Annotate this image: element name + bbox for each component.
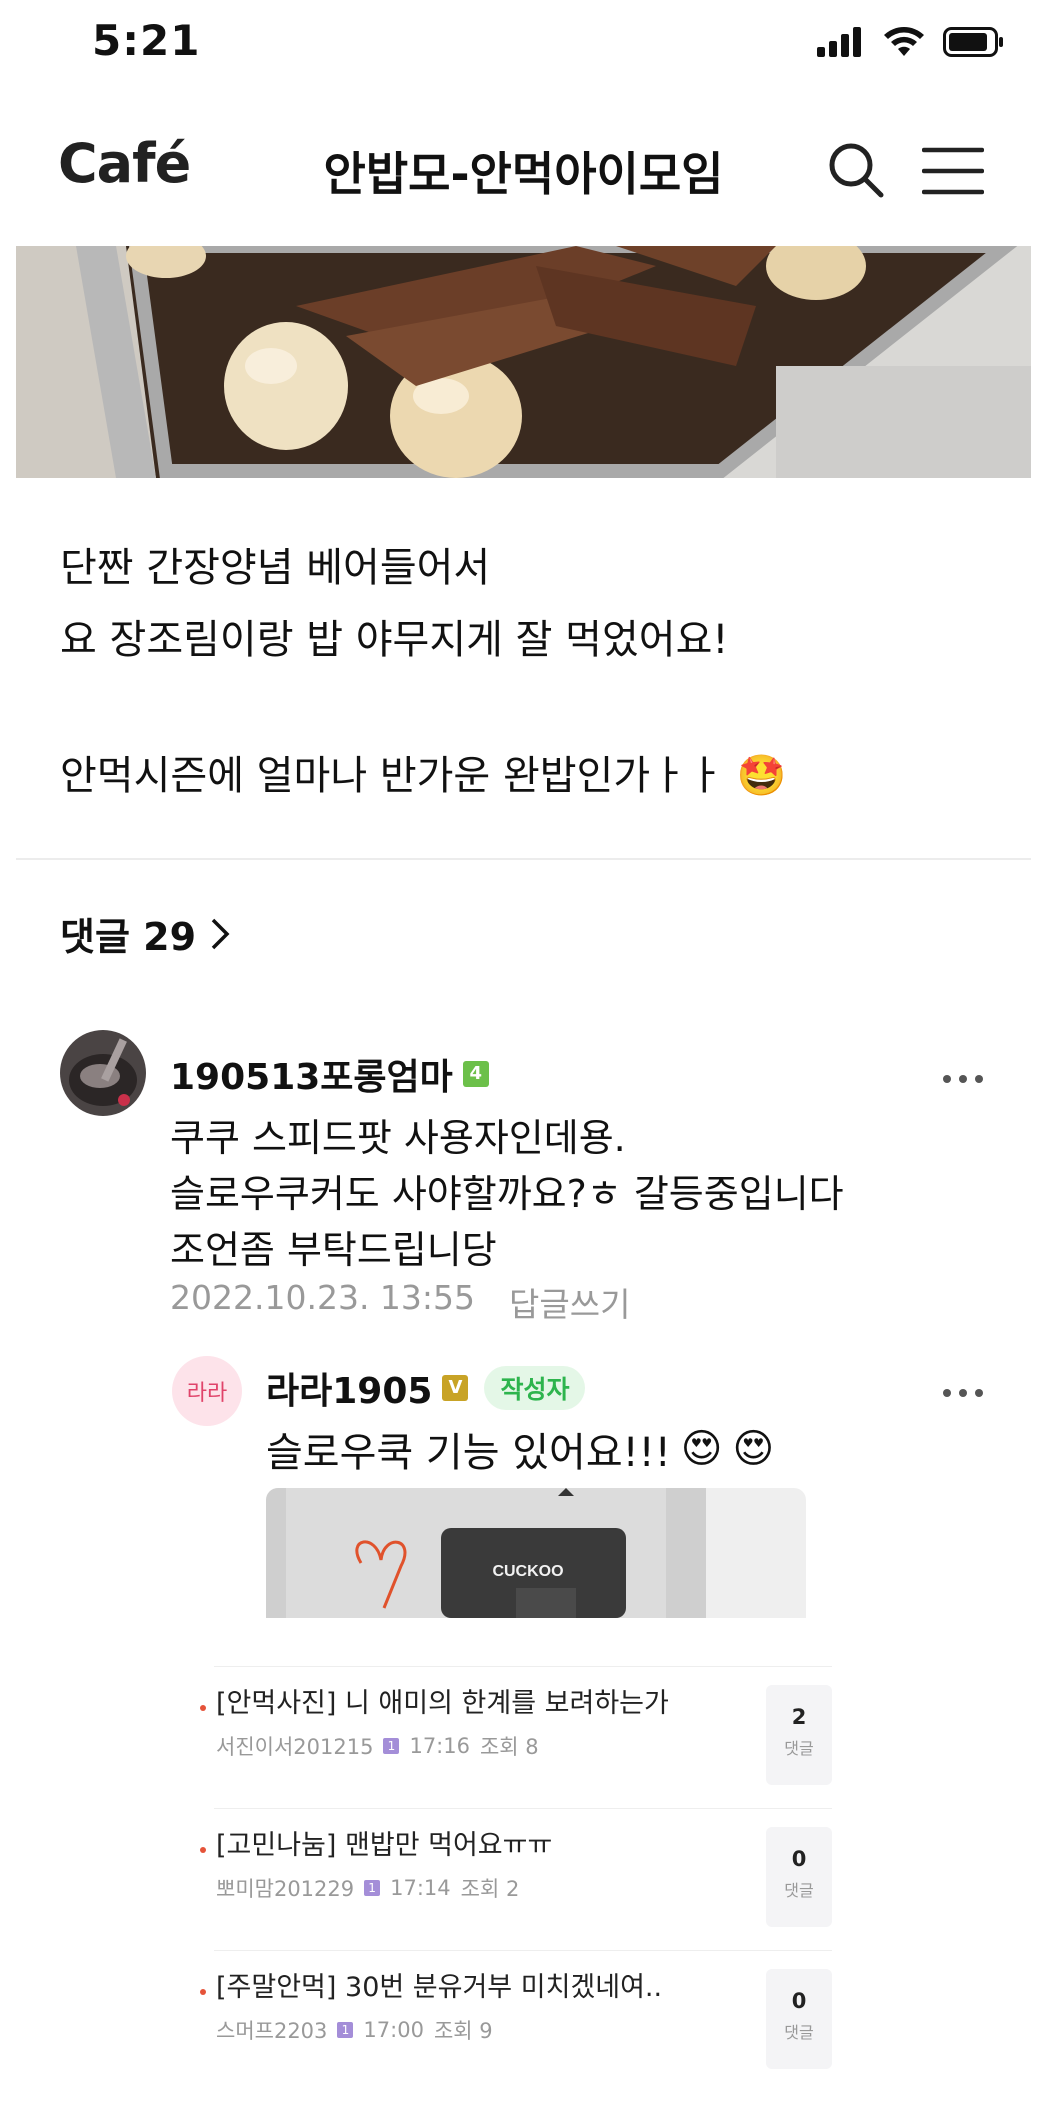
comment-count-label: 댓글 xyxy=(784,1739,814,1758)
post-meta: 스머프2203 1 17:00 조회 9 xyxy=(216,2015,493,2045)
status-icons xyxy=(817,26,1005,58)
comment-text-line: 슬로우쿠커도 사야할까요?ㅎ 갈등중입니다 xyxy=(170,1172,844,1216)
post-text-line: 단짠 간장양념 베어들어서 xyxy=(60,545,491,591)
comment-author-name: 190513포롱엄마 xyxy=(170,1057,453,1098)
comment-count-label: 댓글 xyxy=(784,1881,814,1900)
post-meta: 뽀미맘201229 1 17:14 조회 2 xyxy=(216,1873,519,1903)
comment-author-name: 라라1905 xyxy=(266,1371,433,1412)
divider xyxy=(16,858,1031,860)
list-item[interactable]: [고민나눔] 맨밥만 먹어요ㅠㅠ 뽀미맘201229 1 17:14 조회 2 … xyxy=(200,1808,832,1949)
bullet xyxy=(200,1705,206,1711)
post-author: 서진이서201215 xyxy=(216,1735,374,1759)
post-title: [고민나눔] 맨밥만 먹어요ㅠㅠ xyxy=(216,1830,553,1861)
comment-text-line: 조언좀 부탁드립니당 xyxy=(170,1228,497,1272)
post-author: 스머프2203 xyxy=(216,2019,328,2043)
post-views: 조회 8 xyxy=(479,1735,539,1759)
search-icon[interactable] xyxy=(826,140,886,200)
post-text-line: 요 장조림이랑 밥 야무지게 잘 먹었어요! xyxy=(60,617,729,663)
comment-count: 0 xyxy=(791,1989,807,2013)
brand-label: CUCKOO xyxy=(492,1563,563,1580)
comment-text: 슬로우쿡 기능 있어요!!! 😍 😍 xyxy=(266,1420,774,1478)
avatar[interactable]: 라라 xyxy=(172,1356,242,1426)
comment-meta: 2022.10.23. 13:55 답글쓰기 xyxy=(170,1278,630,1326)
status-time: 5:21 xyxy=(92,16,201,65)
comment-author[interactable]: 라라1905 V 작성자 xyxy=(266,1362,586,1414)
post-meta: 서진이서201215 1 17:16 조회 8 xyxy=(216,1731,539,1761)
battery-icon xyxy=(943,27,1003,57)
post-time: 17:16 xyxy=(409,1734,470,1758)
heart-eyes-emoji: 😍 xyxy=(732,1426,775,1472)
comment-author[interactable]: 190513포롱엄마 4 xyxy=(170,1048,489,1100)
avatar[interactable] xyxy=(60,1030,146,1116)
comment-text-span: 슬로우쿡 기능 있어요!!! xyxy=(266,1430,671,1476)
list-item[interactable]: [안먹사진] 니 애미의 한계를 보려하는가 서진이서201215 1 17:1… xyxy=(200,1666,832,1807)
more-dots-icon[interactable] xyxy=(938,1064,988,1094)
bullet xyxy=(200,1847,206,1853)
comments-header[interactable]: 댓글 29 xyxy=(60,906,230,961)
comment-count-label: 댓글 xyxy=(784,2023,814,2042)
post-time: 17:00 xyxy=(363,2018,424,2042)
level-badge: 1 xyxy=(383,1738,400,1754)
comment-count-box: 0 댓글 xyxy=(766,1969,832,2069)
post-photo[interactable] xyxy=(16,246,1031,478)
level-badge: 1 xyxy=(364,1880,381,1896)
star-struck-emoji: 🤩 xyxy=(736,753,787,799)
post-title: [안먹사진] 니 애미의 한계를 보려하는가 xyxy=(216,1688,669,1719)
heart-eyes-emoji: 😍 xyxy=(680,1426,723,1472)
list-item[interactable]: [주말안먹] 30번 분유거부 미치겠네여.. 스머프2203 1 17:00 … xyxy=(200,1950,832,2091)
comment-count-box: 2 댓글 xyxy=(766,1685,832,1785)
reply-button[interactable]: 답글쓰기 xyxy=(509,1278,630,1326)
comment-text-line: 쿠쿠 스피드팟 사용자인데용. xyxy=(170,1116,626,1160)
more-dots-icon[interactable] xyxy=(938,1378,988,1408)
nav-bar: Café 안밥모-안먹아이모임 xyxy=(0,110,1047,230)
comments-count-label: 댓글 29 xyxy=(60,915,197,959)
comment-date: 2022.10.23. 13:55 xyxy=(170,1278,476,1317)
level-badge: V xyxy=(442,1375,469,1401)
post-body: 단짠 간장양념 베어들어서 요 장조림이랑 밥 야무지게 잘 먹었어요! 안먹시… xyxy=(60,532,1000,812)
post-text-span: 안먹시즌에 얼마나 반가운 완밥인가ㅏㅏ xyxy=(60,753,724,799)
comment-count-box: 0 댓글 xyxy=(766,1827,832,1927)
page-title: 안밥모-안먹아이모임 xyxy=(323,147,724,201)
post-views: 조회 2 xyxy=(460,1877,520,1901)
hamburger-menu-icon[interactable] xyxy=(922,146,984,196)
level-badge: 4 xyxy=(462,1061,489,1087)
post-author: 뽀미맘201229 xyxy=(216,1877,355,1901)
post-title: [주말안먹] 30번 분유거부 미치겠네여.. xyxy=(216,1972,663,2003)
status-bar: 5:21 xyxy=(0,0,1047,90)
post-views: 조회 9 xyxy=(433,2019,493,2043)
comment-count: 2 xyxy=(791,1705,807,1729)
cellular-signal-icon xyxy=(817,27,861,57)
author-badge: 작성자 xyxy=(484,1366,586,1410)
level-badge: 1 xyxy=(337,2022,354,2038)
post-time: 17:14 xyxy=(390,1876,451,1900)
comment-photo[interactable]: CUCKOO xyxy=(266,1488,806,1618)
wifi-icon xyxy=(884,27,924,56)
chevron-right-icon xyxy=(211,918,230,949)
comment-text: 쿠쿠 스피드팟 사용자인데용. 슬로우쿠커도 사야할까요?ㅎ 갈등중입니다 조언… xyxy=(170,1110,990,1278)
post-text-line: 안먹시즌에 얼마나 반가운 완밥인가ㅏㅏ 🤩 xyxy=(60,740,1000,812)
bullet xyxy=(200,1989,206,1995)
comment-count: 0 xyxy=(791,1847,807,1871)
